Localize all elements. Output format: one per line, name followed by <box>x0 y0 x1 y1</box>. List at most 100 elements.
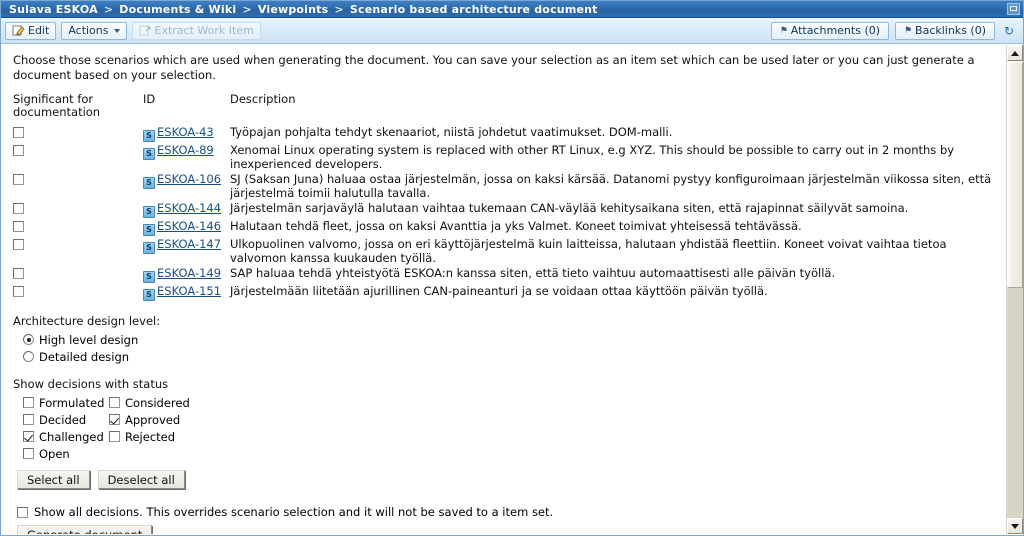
table-header-row: Significant for documentation ID Descrip… <box>13 93 998 125</box>
decision-status-option[interactable]: Approved <box>109 413 195 427</box>
architecture-design-level-group: Architecture design level: High level de… <box>13 314 1000 365</box>
scrollbar-track-lower[interactable] <box>1007 288 1023 518</box>
row-checkbox-cell <box>13 143 143 172</box>
scrollbar-thumb[interactable] <box>1007 62 1023 288</box>
row-checkbox-cell <box>13 201 143 219</box>
breadcrumb-item-1[interactable]: Documents & Wiki <box>119 3 236 16</box>
restore-window-icon[interactable] <box>1007 3 1020 15</box>
table-row: S ESKOA-144 Järjestelmän sarjaväylä haluta… <box>13 201 998 219</box>
decision-status-option[interactable]: Rejected <box>109 430 195 444</box>
expand-toggle-icon: ⚑ <box>779 25 788 36</box>
decision-status-checkbox[interactable] <box>23 397 34 408</box>
show-all-decisions-checkbox[interactable] <box>17 506 28 518</box>
attachments-button[interactable]: ⚑ Attachments (0) <box>770 21 890 40</box>
actions-button[interactable]: Actions <box>61 21 127 40</box>
scenario-id-link[interactable]: ESKOA-149 <box>157 266 221 280</box>
scenario-type-icon: S <box>143 177 155 189</box>
vertical-scrollbar[interactable] <box>1006 45 1023 534</box>
row-checkbox-cell <box>13 219 143 237</box>
breadcrumb-separator: > <box>103 2 114 16</box>
show-all-decisions-row[interactable]: Show all decisions. This overrides scena… <box>17 505 1000 519</box>
decision-status-checkbox[interactable] <box>109 431 120 442</box>
scenario-significant-checkbox[interactable] <box>13 239 24 250</box>
table-row: S ESKOA-149 SAP haluaa tehdä yhteistyötä E… <box>13 266 998 284</box>
scenario-table-head: Significant for documentation ID Descrip… <box>13 93 998 125</box>
scenario-id-link[interactable]: ESKOA-106 <box>157 172 221 186</box>
design-level-radio[interactable] <box>23 351 34 362</box>
decision-status-label: Rejected <box>125 429 176 444</box>
generate-document-button[interactable]: Generate document <box>17 525 153 534</box>
application-window: Sulava ESKOA > Documents & Wiki > Viewpo… <box>0 0 1024 536</box>
breadcrumb-item-0[interactable]: Sulava ESKOA <box>9 3 98 16</box>
decision-status-checkbox[interactable] <box>23 414 34 425</box>
arrow-down-icon <box>1011 523 1019 529</box>
decision-status-checkbox[interactable] <box>23 448 34 459</box>
select-all-button[interactable]: Select all <box>17 470 90 489</box>
scenario-significant-checkbox[interactable] <box>13 286 24 297</box>
table-row: S ESKOA-89 Xenomai Linux operating system … <box>13 143 998 172</box>
scenario-significant-checkbox[interactable] <box>13 268 24 279</box>
content-inner: Choose those scenarios which are used wh… <box>1 45 1006 534</box>
breadcrumb-item-2[interactable]: Viewpoints <box>258 3 329 16</box>
deselect-all-button[interactable]: Deselect all <box>97 470 185 489</box>
breadcrumb-item-3[interactable]: Scenario based architecture document <box>350 3 598 16</box>
decision-status-option[interactable]: Formulated <box>23 396 109 410</box>
scenario-significant-checkbox[interactable] <box>13 203 24 214</box>
scenario-table-body: S ESKOA-43 Työpajan pohjalta tehdyt skenaa… <box>13 125 998 302</box>
decision-status-group: Show decisions with status Formulated Con… <box>13 377 1000 462</box>
decision-status-checkbox[interactable] <box>23 431 34 442</box>
scenario-type-icon: S <box>143 271 155 283</box>
decision-status-checkbox[interactable] <box>109 414 120 425</box>
decision-status-row: Open <box>23 445 1000 462</box>
decision-status-option[interactable]: Decided <box>23 413 109 427</box>
scenario-significant-checkbox[interactable] <box>13 174 24 185</box>
scenario-significant-checkbox[interactable] <box>13 145 24 156</box>
scenario-description: Työpajan pohjalta tehdyt skenaariot, nii… <box>230 125 673 139</box>
attachments-label: Attachments (0) <box>790 24 881 37</box>
table-row: S ESKOA-43 Työpajan pohjalta tehdyt skenaa… <box>13 125 998 143</box>
scenario-id-link[interactable]: ESKOA-151 <box>157 284 221 298</box>
breadcrumb-separator: > <box>242 2 252 16</box>
scenario-id-link[interactable]: ESKOA-147 <box>157 237 221 251</box>
extract-work-item-button: Extract Work Item <box>131 21 261 40</box>
actions-button-label: Actions <box>68 23 109 37</box>
select-all-label: Select all <box>27 472 80 487</box>
scenario-type-icon: S <box>143 289 155 301</box>
decision-status-checkbox[interactable] <box>109 397 120 408</box>
design-level-option[interactable]: Detailed design <box>23 348 1000 365</box>
design-level-option[interactable]: High level design <box>23 331 1000 348</box>
backlinks-button[interactable]: ⚑ Backlinks (0) <box>895 21 995 40</box>
scenario-description: SAP haluaa tehdä yhteistyötä ESKOA:n kan… <box>230 266 836 280</box>
scenario-id-link[interactable]: ESKOA-146 <box>157 219 221 233</box>
scenario-significant-checkbox[interactable] <box>13 127 24 138</box>
scenario-id-link[interactable]: ESKOA-89 <box>157 143 214 157</box>
decision-status-label: Challenged <box>39 429 104 444</box>
scenario-type-icon: S <box>143 242 155 254</box>
row-checkbox-cell <box>13 172 143 201</box>
table-row: S ESKOA-147 Ulkopuolinen valvomo, jossa on… <box>13 237 998 266</box>
toolbar: Edit Actions Extract Work Item ⚑ Attachm… <box>1 18 1023 44</box>
decision-status-label: Open <box>39 446 70 461</box>
decision-status-row: Formulated Considered <box>23 394 1000 411</box>
decision-status-option[interactable]: Challenged <box>23 430 109 444</box>
design-level-option-label: High level design <box>39 332 139 347</box>
decision-status-option[interactable]: Considered <box>109 396 195 410</box>
scroll-up-button[interactable] <box>1007 45 1023 61</box>
refresh-icon[interactable]: ↻ <box>1001 22 1017 40</box>
row-checkbox-cell <box>13 284 143 302</box>
design-level-radio[interactable] <box>23 334 34 345</box>
extract-work-item-label: Extract Work Item <box>154 23 254 37</box>
scenario-type-icon: S <box>143 148 155 160</box>
decision-status-grid: Formulated Considered Decided Approved Chall… <box>23 394 1000 462</box>
scroll-down-button[interactable] <box>1007 518 1023 534</box>
edit-button[interactable]: Edit <box>5 21 57 40</box>
scenario-id-link[interactable]: ESKOA-43 <box>157 125 214 139</box>
scenario-significant-checkbox[interactable] <box>13 221 24 232</box>
breadcrumb: Sulava ESKOA > Documents & Wiki > Viewpo… <box>9 3 598 16</box>
scenario-id-link[interactable]: ESKOA-144 <box>157 201 221 215</box>
decision-status-option[interactable]: Open <box>23 447 109 461</box>
design-level-options: High level design Detailed design <box>13 331 1000 365</box>
arrow-up-icon <box>1011 50 1019 56</box>
row-id-cell: S ESKOA-149 <box>143 266 230 284</box>
generate-row: Generate document <box>17 525 1000 534</box>
